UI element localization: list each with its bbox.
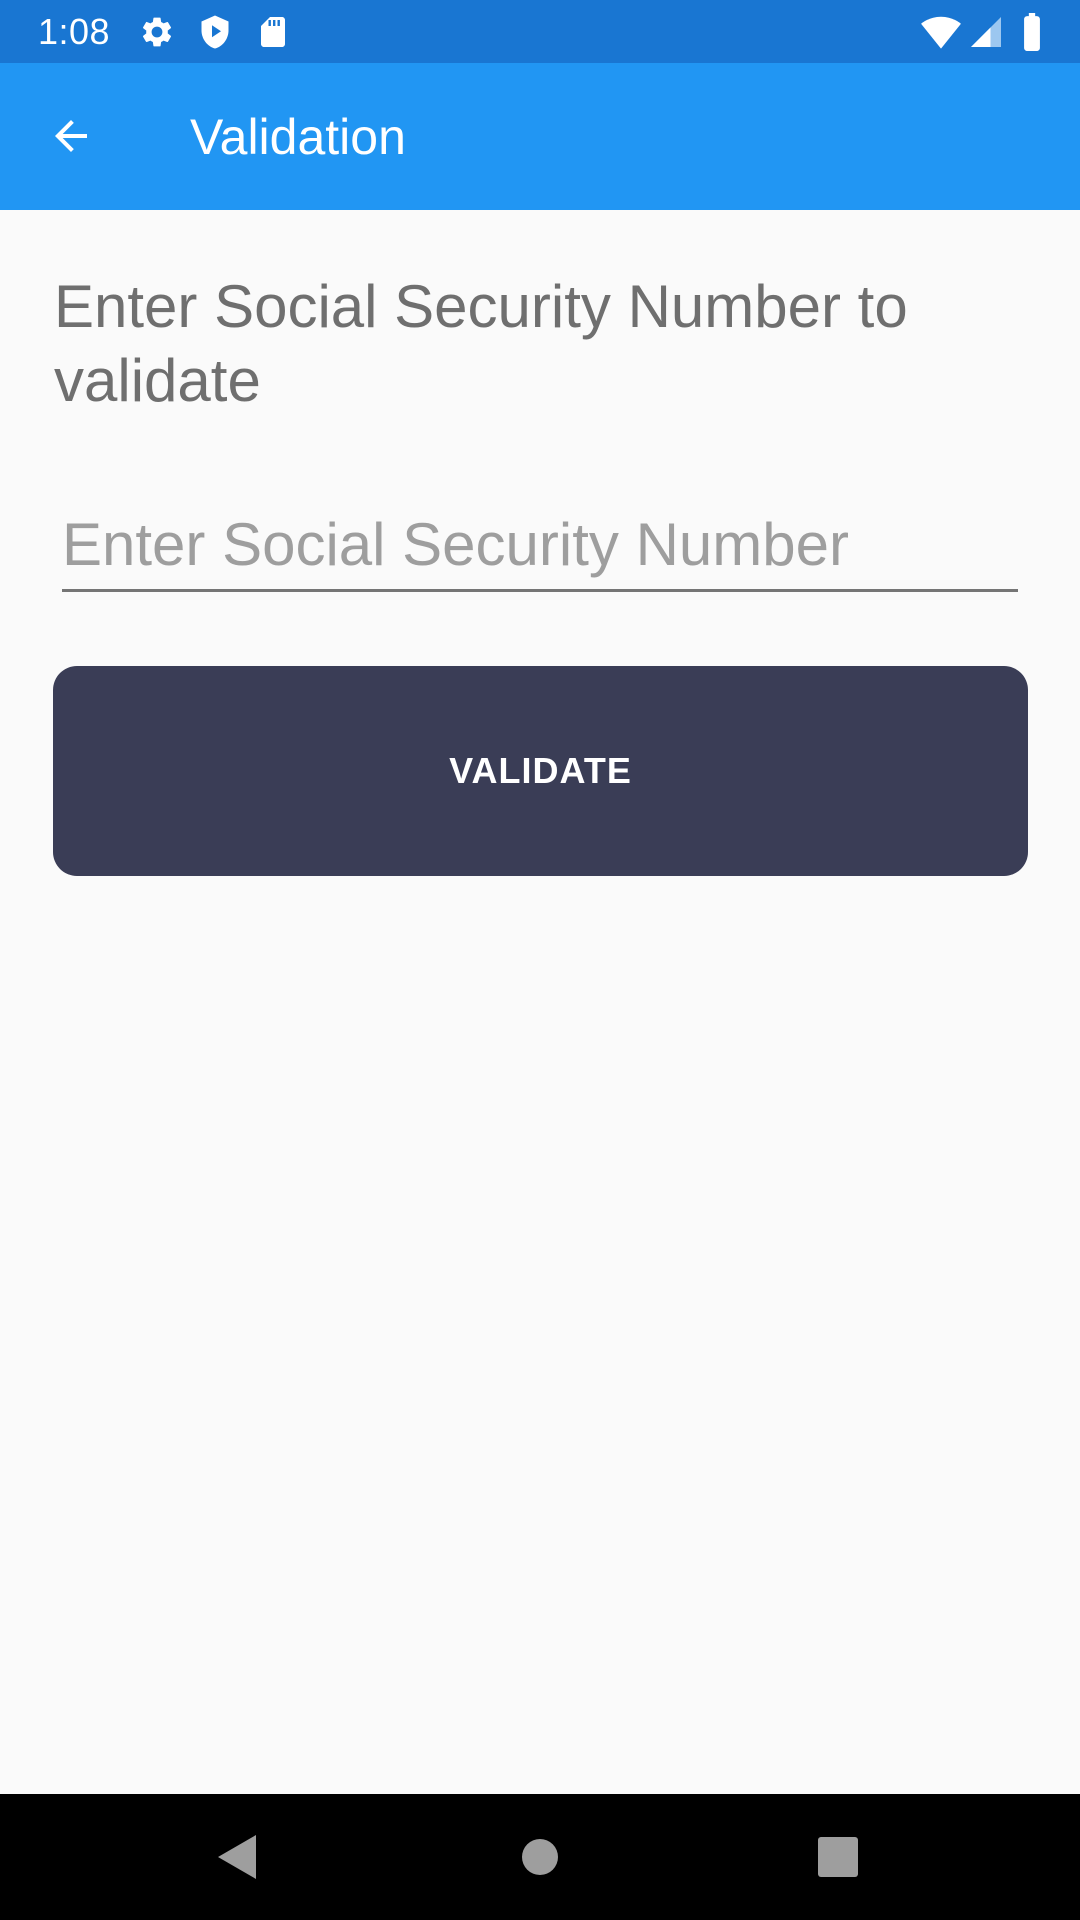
- home-circle-icon: [522, 1839, 558, 1875]
- nav-recents-button[interactable]: [768, 1794, 908, 1920]
- nav-home-button[interactable]: [470, 1794, 610, 1920]
- back-button[interactable]: [38, 103, 104, 169]
- validate-button[interactable]: VALIDATE: [53, 666, 1028, 876]
- ssn-field[interactable]: [62, 500, 1018, 592]
- battery-icon: [1024, 13, 1040, 51]
- instruction-text: Enter Social Security Number to validate: [54, 273, 908, 414]
- app-bar: Validation: [0, 63, 1080, 210]
- arrow-back-icon: [55, 120, 87, 152]
- page-title: Validation: [190, 109, 406, 165]
- recents-square-icon: [818, 1837, 858, 1877]
- sd-card-icon: [261, 17, 285, 47]
- back-triangle-icon: [218, 1835, 256, 1879]
- shield-play-icon: [201, 15, 229, 49]
- wifi-icon: [921, 16, 961, 49]
- nav-back-button[interactable]: [168, 1794, 308, 1920]
- ssn-input[interactable]: [62, 500, 1018, 588]
- signal-icon: [971, 17, 1001, 47]
- system-nav-bar: [0, 1794, 1080, 1920]
- gear-icon: [142, 17, 172, 47]
- status-time: 1:08: [38, 11, 111, 52]
- status-bar: 1:08: [0, 0, 1080, 63]
